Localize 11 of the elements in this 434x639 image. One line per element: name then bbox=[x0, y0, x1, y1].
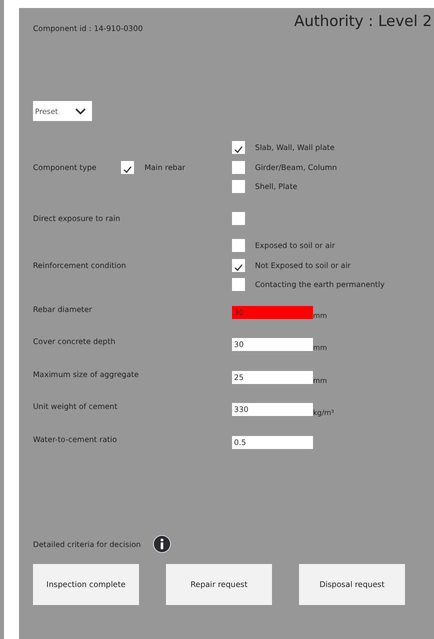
checkbox[interactable] bbox=[232, 239, 245, 252]
authority-level: Authority : Level 2 bbox=[294, 12, 432, 30]
checkbox[interactable] bbox=[232, 160, 245, 174]
checkbox[interactable] bbox=[232, 278, 245, 291]
checkbox[interactable] bbox=[232, 212, 245, 225]
chevron-down-icon bbox=[75, 108, 86, 114]
checkbox[interactable] bbox=[232, 180, 245, 194]
checkbox[interactable] bbox=[232, 141, 245, 154]
info-icon[interactable] bbox=[152, 535, 171, 553]
checkbox[interactable] bbox=[121, 160, 134, 174]
checkbox[interactable] bbox=[232, 258, 245, 272]
